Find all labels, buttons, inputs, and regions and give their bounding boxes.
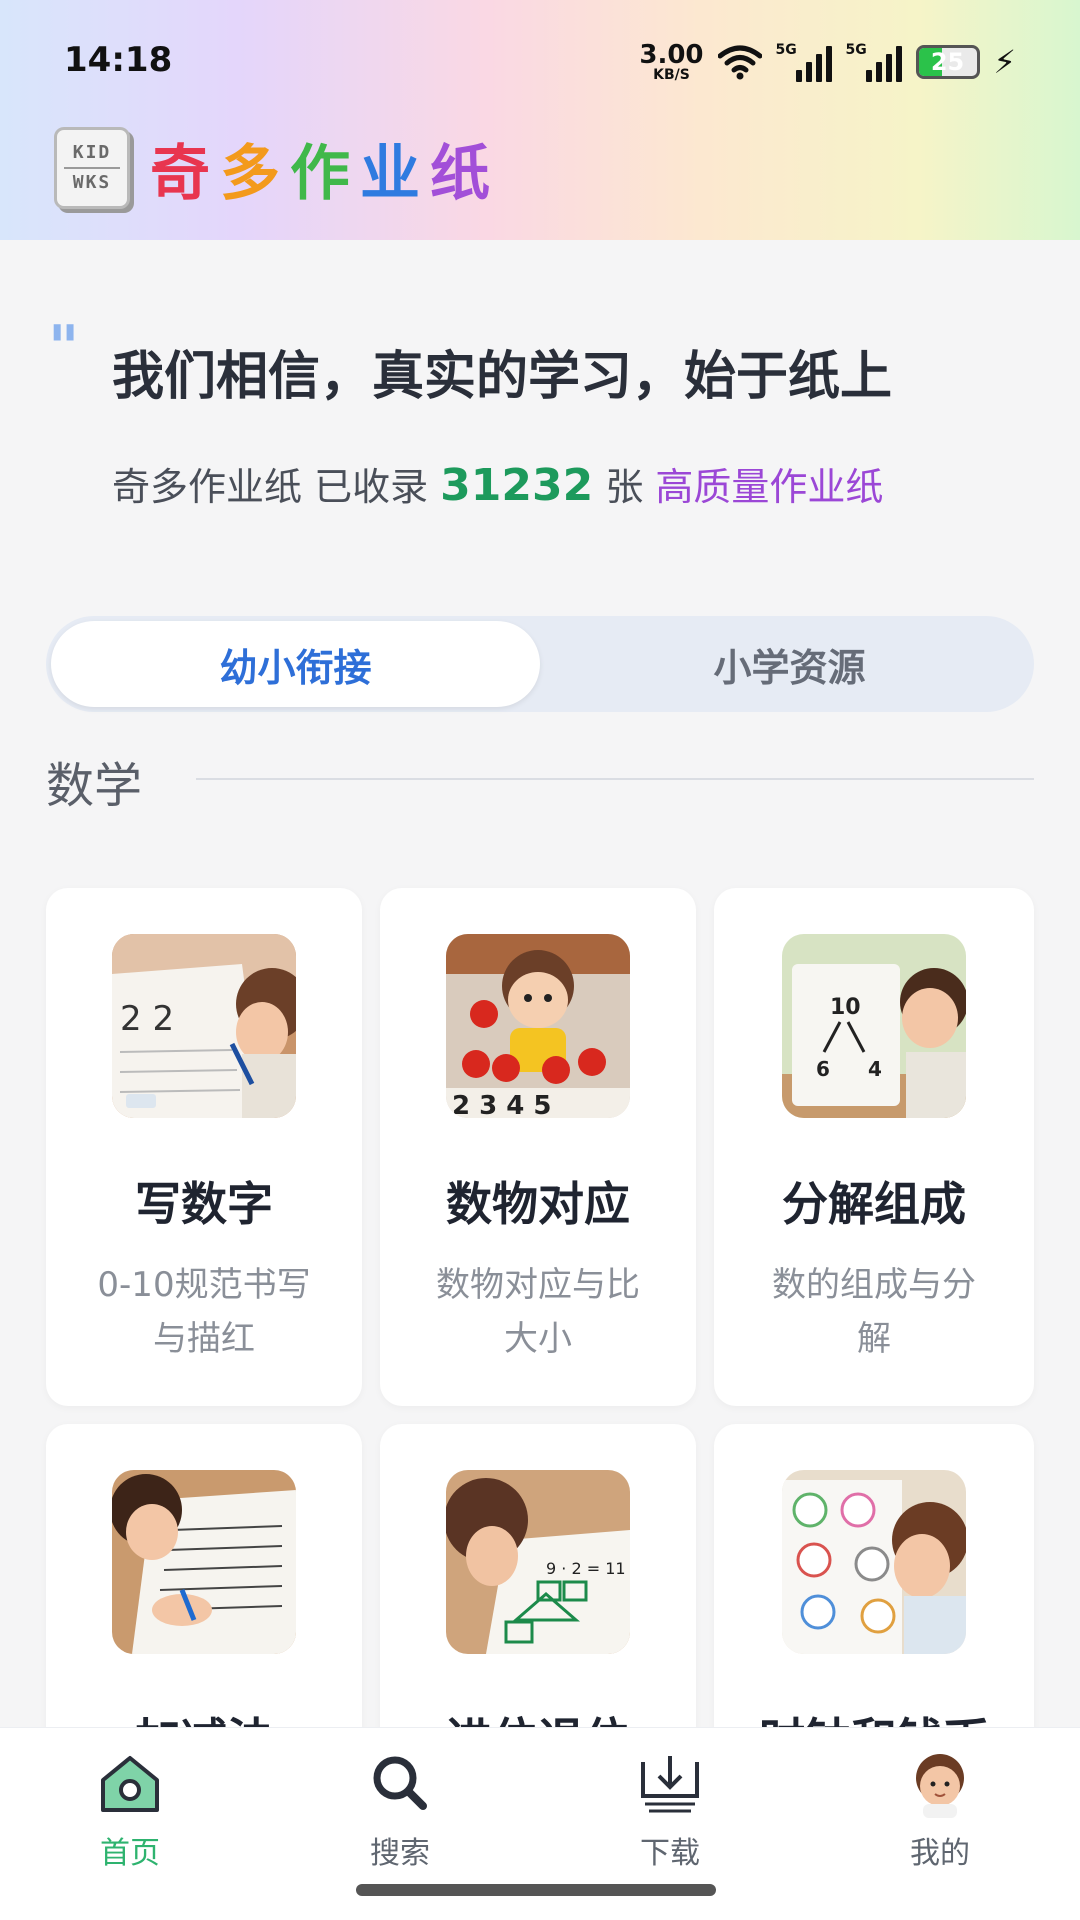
card-image: 2 3 4 5 — [446, 934, 630, 1118]
status-icons: 3.00 KB/S 5G 5G 25 ⚡ — [639, 38, 1016, 86]
hero-subtitle-mid: 张 — [593, 465, 656, 509]
category-tabs: 幼小衔接 小学资源 — [46, 616, 1034, 712]
card-description: 数的组成与分解 — [772, 1265, 976, 1359]
brand-title-char: 作 — [290, 138, 350, 209]
signal-icon: 5G — [776, 42, 832, 82]
card-image: 10 6 4 — [782, 934, 966, 1118]
quote-icon: " — [48, 313, 80, 383]
tab-preschool[interactable]: 幼小衔接 — [51, 621, 540, 707]
card-image — [782, 1470, 966, 1654]
svg-text:2 2: 2 2 — [120, 999, 174, 1039]
nav-download[interactable]: 下载 — [590, 1748, 750, 1872]
svg-text:4: 4 — [868, 1057, 882, 1081]
card-image: 9 · 2 = 11 — [446, 1470, 630, 1654]
home-icon — [101, 1756, 159, 1812]
brand-title-char: 奇 — [150, 138, 210, 209]
search-icon — [373, 1756, 427, 1810]
card-image — [112, 1470, 296, 1654]
nav-label: 下载 — [640, 1836, 700, 1871]
status-bar: 14:18 3.00 KB/S 5G 5G 25 ⚡ — [0, 0, 1080, 120]
battery-level: 25 — [930, 48, 965, 76]
category-card-decomposition[interactable]: 10 6 4 分解组成 数的组成与分解 — [714, 888, 1034, 1406]
home-indicator[interactable] — [356, 1884, 716, 1896]
brand-title-char: 多 — [220, 138, 280, 209]
hero-subtitle-prefix: 奇多作业纸 已收录 — [112, 465, 441, 509]
card-image: 2 2 — [112, 934, 296, 1118]
category-card-write-numbers[interactable]: 2 2 写数字 0-10规范书写与描红 — [46, 888, 362, 1406]
svg-text:9 · 2 = 11: 9 · 2 = 11 — [546, 1559, 626, 1578]
category-card-number-object[interactable]: 2 3 4 5 数物对应 数物对应与比大小 — [380, 888, 696, 1406]
app-header: 14:18 3.00 KB/S 5G 5G 25 ⚡ KID WKS 奇 多 作… — [0, 0, 1080, 240]
brand-title-char: 纸 — [430, 138, 490, 209]
nav-home[interactable]: 首页 — [50, 1748, 210, 1872]
net-speed: 3.00 KB/S — [639, 42, 703, 82]
network-type: 5G — [845, 42, 867, 58]
svg-text:6: 6 — [816, 1057, 830, 1081]
nav-label: 搜索 — [370, 1836, 430, 1871]
card-title: 数物对应 — [446, 1177, 630, 1231]
card-title: 写数字 — [135, 1177, 273, 1231]
nav-search[interactable]: 搜索 — [320, 1748, 480, 1872]
charging-icon: ⚡ — [993, 43, 1016, 81]
tab-primary-school[interactable]: 小学资源 — [545, 616, 1034, 712]
nav-label: 我的 — [910, 1836, 970, 1871]
signal-icon: 5G — [846, 42, 902, 82]
battery-icon: 25 — [915, 45, 980, 79]
nav-label: 首页 — [100, 1836, 160, 1871]
worksheet-count: 31232 — [440, 460, 594, 511]
net-speed-value: 3.00 — [639, 40, 704, 70]
status-time: 14:18 — [64, 40, 173, 80]
svg-text:2 3 4 5: 2 3 4 5 — [452, 1091, 552, 1118]
hero-subtitle-highlight[interactable]: 高质量作业纸 — [655, 465, 883, 509]
hero-title: 我们相信，真实的学习，始于纸上 — [112, 347, 893, 407]
svg-text:10: 10 — [830, 995, 861, 1020]
avatar-icon — [916, 1754, 964, 1818]
brand-logo: KID WKS — [54, 127, 130, 209]
section-title: 数学 — [46, 758, 143, 814]
download-icon — [641, 1756, 699, 1813]
section-divider — [196, 778, 1034, 780]
net-speed-unit: KB/S — [653, 67, 690, 83]
card-description: 0-10规范书写与描红 — [97, 1265, 311, 1359]
brand-title-char: 业 — [360, 138, 420, 209]
network-type: 5G — [775, 42, 797, 58]
brand-title: 奇 多 作 业 纸 — [150, 125, 490, 212]
card-description: 数物对应与比大小 — [436, 1265, 640, 1359]
logo-line-1: KID — [72, 141, 112, 163]
logo-line-2: WKS — [72, 172, 112, 193]
nav-profile[interactable]: 我的 — [860, 1748, 1020, 1872]
hero-subtitle: 奇多作业纸 已收录 31232 张 高质量作业纸 — [112, 456, 883, 511]
brand: KID WKS 奇 多 作 业 纸 — [54, 124, 490, 212]
card-title: 分解组成 — [782, 1177, 966, 1231]
wifi-icon — [717, 45, 762, 80]
